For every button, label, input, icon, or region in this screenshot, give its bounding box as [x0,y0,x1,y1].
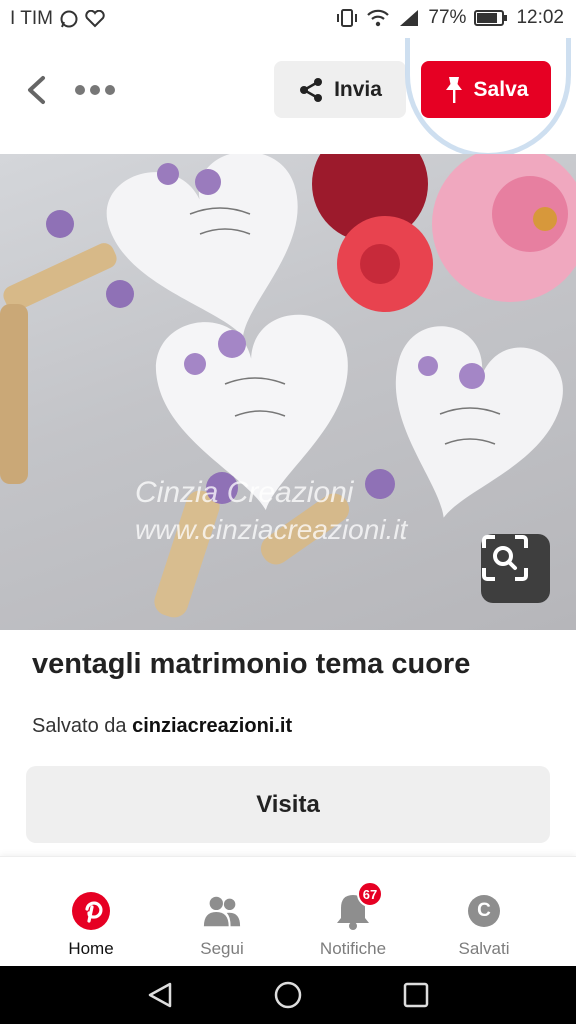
save-label: Salva [473,77,529,101]
visual-search-button[interactable] [481,534,550,603]
system-recents-button[interactable] [396,979,436,1011]
system-navigation-bar [0,966,576,1024]
chevron-left-icon [28,76,45,104]
save-button[interactable]: Salva [421,61,551,118]
nav-notifications-label: Notifiche [319,939,387,958]
vibrate-icon [336,8,358,28]
avatar-initial: C [468,895,500,927]
pushpin-icon [445,76,462,103]
saved-from-prefix: Salvato da [32,715,133,737]
pinterest-logo-icon [71,891,111,931]
signal-icon [398,8,420,28]
whatsapp-icon [59,9,79,29]
carrier-label: I TIM [10,8,53,29]
more-options-button[interactable] [70,70,120,110]
nav-saved-label: Salvati [458,939,510,958]
clock: 12:02 [516,7,564,28]
circle-home-icon [274,981,302,1009]
watermark-line-1: Cinzia Creazioni [135,476,355,509]
battery-icon [474,9,508,27]
wifi-icon [366,8,390,28]
back-button[interactable] [18,70,54,110]
share-icon [300,77,323,102]
nav-following-label: Segui [200,939,244,958]
nav-saved[interactable]: C Salvati [424,891,544,959]
visit-button[interactable]: Visita [26,766,550,843]
pin-image[interactable]: Cinzia Creazioni www.cinziacreazioni.it [0,154,576,630]
pin-title: ventagli matrimonio tema cuore [32,648,471,680]
watermark-line-2: www.cinziacreazioni.it [135,514,409,545]
ellipsis-icon [75,85,115,95]
system-home-button[interactable] [268,979,308,1011]
nav-notifications[interactable]: 67 Notifiche [293,881,413,959]
saved-from: Salvato da cinziacreazioni.it [32,715,292,738]
share-label: Invia [334,77,382,101]
status-bar: I TIM 77% 12:02 [0,0,576,38]
share-button[interactable]: Invia [274,61,406,118]
lens-search-icon [482,535,528,581]
triangle-back-icon [148,982,172,1008]
nav-following[interactable]: Segui [162,891,282,959]
system-back-button[interactable] [140,979,180,1011]
nav-home-label: Home [68,939,114,958]
profile-avatar: C [464,891,504,931]
heart-icon [85,10,105,28]
nav-home[interactable]: Home [31,891,151,959]
square-recents-icon [403,982,429,1008]
notification-badge: 67 [357,881,383,907]
bottom-navigation: Home Segui 67 Notifiche C Salvati [0,856,576,966]
source-link[interactable]: cinziacreazioni.it [132,715,292,737]
battery-percent: 77% [428,7,467,28]
people-icon [202,891,242,931]
bell-icon: 67 [333,881,383,931]
pin-action-bar: Invia Salva [0,38,576,158]
